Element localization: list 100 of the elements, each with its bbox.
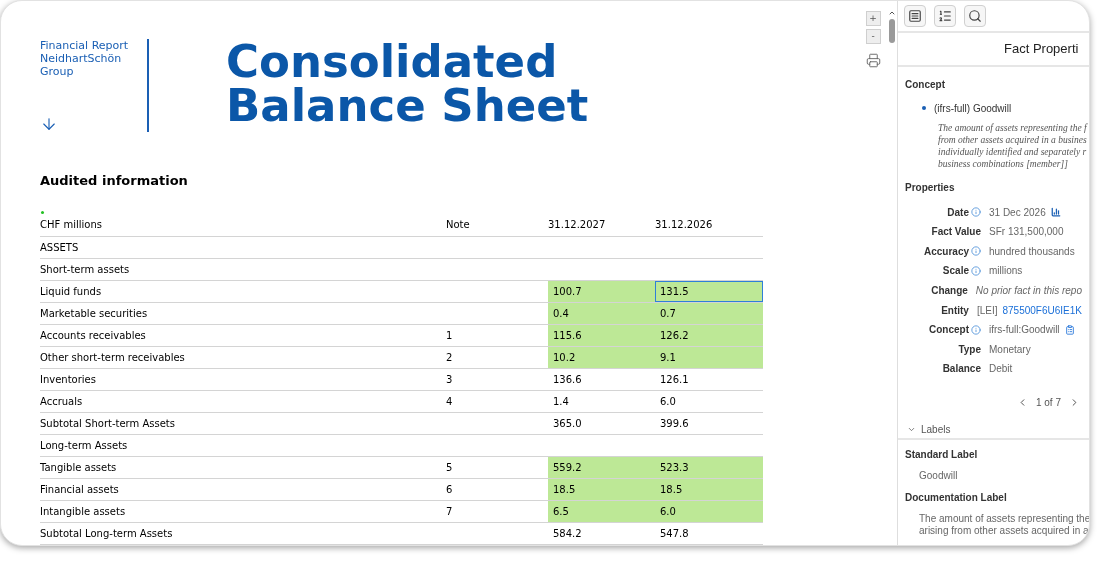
report-title: Consolidated (226, 40, 558, 84)
value-cell[interactable]: 547.8 (655, 522, 763, 544)
row-heading: Short-term assets (40, 262, 130, 277)
report-title: Balance Sheet (226, 84, 589, 128)
brand-text: Financial Report (40, 39, 129, 52)
note-cell: 6 (446, 483, 453, 495)
search-icon (968, 8, 982, 23)
property-value: SFr 131,500,000 (989, 225, 1064, 240)
value-cell[interactable]: 0.4 (548, 302, 655, 324)
row-label: Accruals (40, 394, 83, 409)
value-cell[interactable]: 131.5 (655, 280, 763, 302)
value-cell[interactable]: 18.5 (548, 478, 655, 500)
value-cell[interactable]: 6.0 (655, 500, 763, 522)
chart-icon[interactable] (1050, 207, 1061, 218)
row-label: Accounts receivables (40, 328, 146, 343)
note-cell: 4 (446, 395, 453, 407)
value-cell[interactable]: 18.5 (655, 478, 763, 500)
concept-description: from other assets acquired in a busines (938, 133, 1087, 146)
properties-heading: Properties (905, 180, 955, 195)
info-icon[interactable] (971, 246, 981, 257)
info-icon[interactable] (971, 207, 981, 218)
property-value: Monetary (989, 342, 1031, 357)
label-heading: Documentation Label (905, 491, 1007, 505)
property-value: millions (989, 264, 1023, 279)
value-cell[interactable]: 399.6 (655, 412, 763, 434)
row-label: Liquid funds (40, 284, 102, 299)
value-cell[interactable]: 523.3 (655, 456, 763, 478)
concept-description: business combinations [member]] (938, 157, 1068, 170)
concept-heading: Concept (905, 77, 945, 92)
property-label: Scale (942, 264, 969, 279)
value-cell[interactable]: 136.6 (548, 368, 655, 390)
property-label: Fact Value (931, 225, 981, 240)
property-label: Concept (929, 323, 969, 338)
value-cell[interactable]: 6.0 (655, 390, 763, 412)
search-button[interactable] (964, 4, 986, 27)
numbered-list-icon (938, 8, 952, 23)
row-label: Subtotal Long-term Assets (40, 526, 173, 541)
label-text: The amount of assets representing the (919, 513, 1089, 525)
property-label: Type (958, 342, 981, 357)
info-icon[interactable] (971, 265, 981, 276)
column-header: Note (446, 217, 470, 232)
section-heading: Audited information (40, 172, 188, 190)
row-heading: ASSETS (40, 240, 79, 255)
note-cell: 5 (446, 461, 453, 473)
down-arrow-icon[interactable] (40, 115, 58, 133)
concept-name: (ifrs-full) Goodwill (934, 101, 1012, 116)
property-value: No prior fact in this repo (975, 283, 1082, 298)
brand-text: NeidhartSchön (40, 52, 122, 65)
row-heading: Long-term Assets (40, 438, 128, 453)
row-label: Subtotal Short-term Assets (40, 416, 175, 431)
label-text: Goodwill (919, 470, 958, 482)
value-cell[interactable]: 9.1 (655, 346, 763, 368)
column-header: 31.12.2027 (548, 217, 606, 232)
value-cell[interactable]: 126.2 (655, 324, 763, 346)
brand-text: Group (40, 65, 74, 78)
value-cell[interactable]: 1.4 (548, 390, 655, 412)
concept-description: The amount of assets representing the f (938, 121, 1087, 134)
row-label: Intangible assets (40, 504, 126, 519)
note-cell: 3 (446, 373, 453, 385)
property-label: Change (931, 283, 968, 298)
note-cell: 7 (446, 505, 453, 517)
column-header: CHF millions (40, 217, 102, 232)
concept-description: individually identified and separately r (938, 145, 1087, 158)
value-cell[interactable]: 584.2 (548, 522, 655, 544)
property-value: hundred thousands (989, 244, 1075, 259)
property-value[interactable]: 875500F6U6IE1K (1002, 302, 1082, 318)
value-cell[interactable]: 365.0 (548, 412, 655, 434)
note-cell: 1 (446, 329, 453, 341)
value-cell[interactable]: 115.6 (548, 324, 655, 346)
property-value: 31 Dec 2026 (989, 205, 1046, 220)
value-cell[interactable]: 100.7 (548, 280, 655, 302)
info-icon[interactable] (971, 324, 981, 335)
value-cell[interactable]: 6.5 (548, 500, 655, 522)
value-cell[interactable]: 126.1 (655, 368, 763, 390)
column-header: 31.12.2026 (655, 217, 713, 232)
label-heading: Standard Label (905, 448, 978, 462)
outline-button[interactable] (934, 4, 956, 27)
bullet-icon (922, 106, 926, 111)
panel-title: Fact Properti (1004, 40, 1079, 59)
row-label: Other short-term receivables (40, 350, 185, 365)
value-cell[interactable]: 559.2 (548, 456, 655, 478)
printer-icon[interactable] (865, 53, 881, 68)
note-cell: 2 (446, 351, 453, 363)
scrollbar-thumb[interactable] (889, 19, 895, 43)
property-label: Entity (941, 303, 969, 318)
entity-prefix: [LEI] (976, 303, 998, 318)
row-label: Marketable securities (40, 306, 148, 321)
panel-view-button[interactable] (904, 4, 926, 27)
value-cell[interactable]: 10.2 (548, 346, 655, 368)
labels-toggle[interactable]: Labels (898, 420, 1089, 440)
zoom-in-button[interactable]: + (865, 11, 881, 26)
property-value: ifrs-full:Goodwill (989, 323, 1060, 338)
clipboard-icon[interactable] (1064, 324, 1075, 335)
value-cell[interactable]: 0.7 (655, 302, 763, 324)
row-label: Financial assets (40, 482, 119, 497)
scroll-up-icon[interactable] (888, 9, 896, 17)
zoom-out-button[interactable]: - (865, 29, 881, 44)
property-label: Accuracy (923, 244, 969, 259)
row-label: Tangible assets (40, 460, 117, 475)
row-label: Inventories (40, 372, 96, 387)
